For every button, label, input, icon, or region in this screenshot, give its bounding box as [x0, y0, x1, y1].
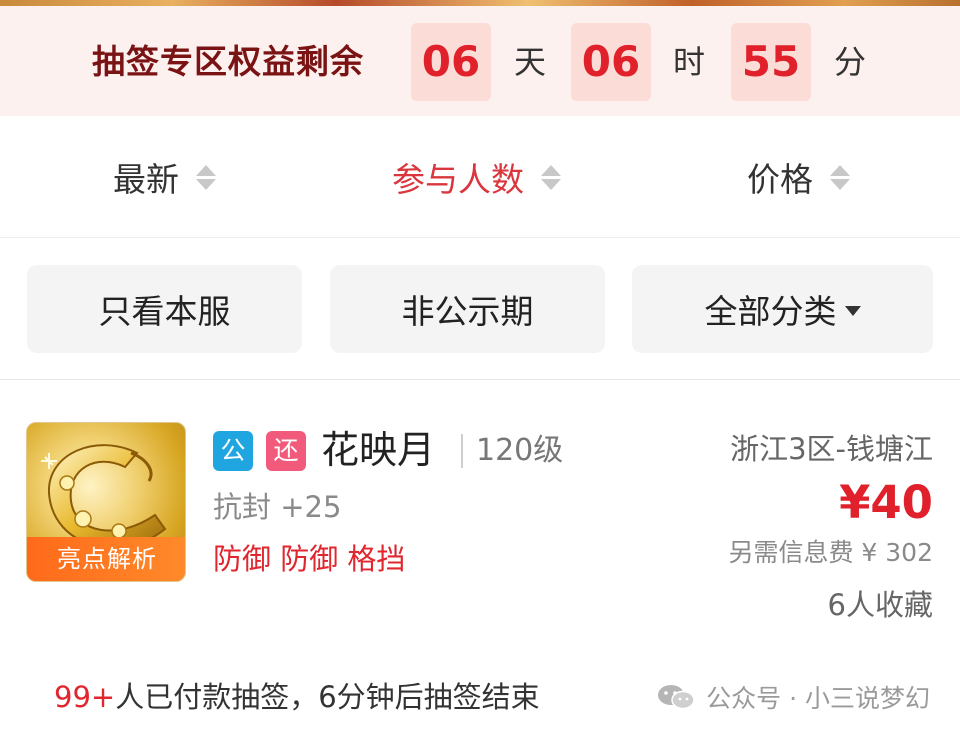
sort-participants[interactable]: 参与人数	[392, 156, 562, 199]
item-traits: 防御 防御 格挡	[213, 542, 406, 576]
lottery-status-text: 人已付款抽签，6分钟后抽签结束	[115, 680, 540, 714]
sort-bar: 最新 参与人数 价格	[0, 116, 960, 238]
info-fee: 另需信息费 ¥ 302	[728, 538, 933, 567]
server-name: 浙江3区-钱塘江	[730, 432, 933, 466]
sort-arrows-icon	[540, 162, 562, 192]
countdown-title: 抽签专区权益剩余	[92, 42, 364, 81]
filter-bar: 只看本服 非公示期 全部分类	[0, 238, 960, 380]
item-name: 花映月	[321, 428, 436, 472]
filter-this-server-button[interactable]: 只看本服	[27, 265, 302, 353]
public-badge: 公	[213, 431, 253, 471]
sort-latest-label: 最新	[113, 160, 179, 199]
item-stat: 抗封 +25	[213, 490, 342, 524]
filter-all-categories-dropdown[interactable]: 全部分类	[632, 265, 933, 353]
filter-this-server-label: 只看本服	[98, 292, 231, 331]
countdown-banner: 抽签专区权益剩余 06 天 06 时 55 分	[0, 6, 960, 116]
item-thumbnail[interactable]: 亮点解析	[26, 422, 186, 582]
highlight-analysis-tag[interactable]: 亮点解析	[27, 537, 185, 581]
item-price: ¥40	[839, 476, 933, 529]
listing-card[interactable]: 亮点解析 公 还 花映月 120级 抗封 +25 防御 防御 格挡 浙江3区-钱…	[0, 381, 960, 734]
sort-price-label: 价格	[747, 160, 813, 199]
wechat-icon	[658, 685, 695, 710]
countdown-hours-unit: 时	[673, 43, 706, 81]
favorites-count: 6人收藏	[827, 588, 933, 622]
countdown-minutes-unit: 分	[834, 43, 867, 81]
filter-non-public-button[interactable]: 非公示期	[330, 265, 605, 353]
countdown-minutes: 55	[731, 23, 811, 101]
sort-participants-label: 参与人数	[392, 160, 524, 199]
name-level-divider	[461, 434, 463, 468]
lottery-status: 99+人已付款抽签，6分钟后抽签结束	[54, 677, 540, 717]
sort-latest[interactable]: 最新	[113, 156, 217, 199]
item-level: 120级	[476, 433, 564, 468]
return-badge: 还	[266, 431, 306, 471]
participant-count: 99+	[54, 680, 116, 714]
sort-arrows-icon	[195, 162, 217, 192]
sort-price[interactable]: 价格	[747, 156, 851, 199]
sort-arrows-icon	[829, 162, 851, 192]
countdown-hours: 06	[571, 23, 651, 101]
watermark: 公众号 · 小三说梦幻	[656, 679, 930, 715]
filter-all-categories-label: 全部分类	[704, 292, 837, 331]
countdown-days: 06	[411, 23, 491, 101]
watermark-text: 公众号 · 小三说梦幻	[706, 684, 930, 713]
filter-non-public-label: 非公示期	[401, 292, 534, 331]
countdown-days-unit: 天	[514, 43, 547, 81]
caret-down-icon	[844, 306, 861, 316]
